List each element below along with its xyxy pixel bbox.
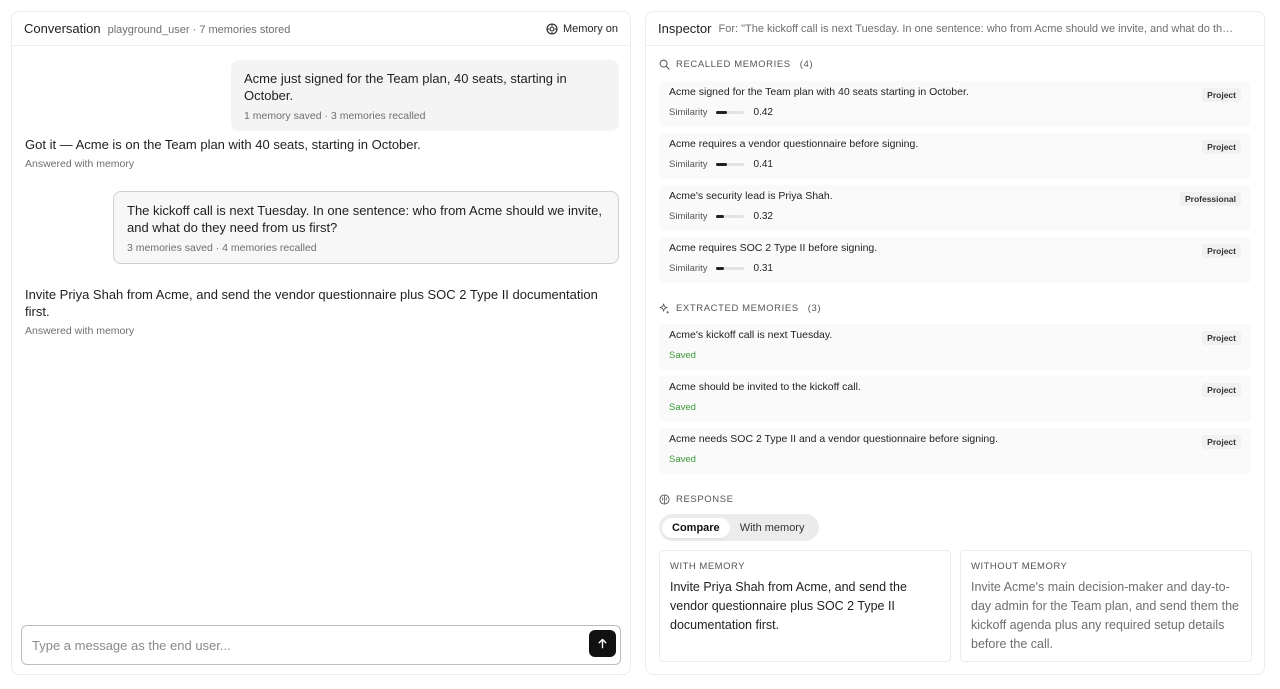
similarity-value: 0.32 <box>753 211 773 222</box>
saved-status: Saved <box>669 402 696 413</box>
extracted-memory-item: Acme's kickoff call is next Tuesday. Pro… <box>659 324 1251 370</box>
similarity-row: Similarity 0.31 <box>669 263 773 274</box>
similarity-row: Similarity 0.42 <box>669 107 773 118</box>
response-label: Response <box>659 494 734 505</box>
memory-text: Acme requires SOC 2 Type II before signi… <box>669 242 878 254</box>
memory-category-badge: Project <box>1202 140 1241 154</box>
response-view-toggle: Compare With memory <box>659 514 819 541</box>
message-meta: 3 memories saved · 4 memories recalled <box>127 242 317 254</box>
message-text: Acme just signed for the Team plan, 40 s… <box>244 71 567 103</box>
memory-text: Acme needs SOC 2 Type II and a vendor qu… <box>669 433 999 445</box>
inspector-panel: Inspector For: "The kickoff call is next… <box>645 11 1265 675</box>
without-memory-response-card: Without memory Invite Acme's main decisi… <box>960 550 1252 662</box>
similarity-value: 0.31 <box>753 263 773 274</box>
recalled-memory-item: Acme requires SOC 2 Type II before signi… <box>659 237 1251 283</box>
message-input[interactable] <box>32 636 572 654</box>
similarity-row: Similarity 0.41 <box>669 159 773 170</box>
tab-compare[interactable]: Compare <box>662 517 730 538</box>
extracted-memory-item: Acme should be invited to the kickoff ca… <box>659 376 1251 422</box>
memory-toggle[interactable]: Memory on <box>546 23 618 35</box>
similarity-bar <box>715 163 744 166</box>
user-message: Acme just signed for the Team plan, 40 s… <box>231 60 619 131</box>
without-memory-text: Invite Acme's main decision-maker and da… <box>971 580 1239 651</box>
with-memory-response-card: With memory Invite Priya Shah from Acme,… <box>659 550 951 662</box>
with-memory-text: Invite Priya Shah from Acme, and send th… <box>670 580 907 632</box>
tab-with-memory[interactable]: With memory <box>730 518 815 538</box>
extracted-memory-item: Acme needs SOC 2 Type II and a vendor qu… <box>659 428 1251 474</box>
message-meta: 1 memory saved · 3 memories recalled <box>244 110 426 122</box>
memory-category-badge: Professional <box>1179 192 1241 206</box>
assistant-message: Invite Priya Shah from Acme, and send th… <box>25 286 625 337</box>
inspector-query: For: "The kickoff call is next Tuesday. … <box>718 22 1239 35</box>
memory-category-badge: Project <box>1202 331 1241 345</box>
memory-text: Acme requires a vendor questionnaire bef… <box>669 138 919 150</box>
memory-icon <box>546 22 558 35</box>
search-icon <box>659 59 670 70</box>
inspector-title: Inspector <box>658 21 712 36</box>
user-message: The kickoff call is next Tuesday. In one… <box>113 191 619 264</box>
memory-toggle-label: Memory on <box>562 22 618 35</box>
message-text: Got it — Acme is on the Team plan with 4… <box>25 137 421 152</box>
conversation-title: Conversation <box>24 21 101 36</box>
similarity-bar <box>715 267 744 270</box>
memory-text: Acme signed for the Team plan with 40 se… <box>669 86 969 98</box>
message-meta: Answered with memory <box>25 158 135 170</box>
memory-text: Acme's kickoff call is next Tuesday. <box>669 329 833 341</box>
similarity-bar <box>715 111 744 114</box>
message-meta: Answered with memory <box>25 325 135 337</box>
message-text: The kickoff call is next Tuesday. In one… <box>127 203 602 235</box>
conversation-panel: Conversation playground_user · 7 memorie… <box>11 11 631 675</box>
with-memory-label: With memory <box>670 561 745 572</box>
recalled-memory-item: Acme signed for the Team plan with 40 se… <box>659 81 1251 127</box>
memory-text: Acme's security lead is Priya Shah. <box>669 190 833 202</box>
inspector-header: Inspector For: "The kickoff call is next… <box>646 12 1264 46</box>
conversation-subtitle: playground_user · 7 memories stored <box>107 24 291 36</box>
message-composer <box>21 625 621 665</box>
brain-icon <box>659 494 670 505</box>
conversation-header: Conversation playground_user · 7 memorie… <box>12 12 630 46</box>
memory-category-badge: Project <box>1202 435 1241 449</box>
extracted-memories-label: Extracted memories (3) <box>659 303 821 314</box>
memory-category-badge: Project <box>1202 383 1241 397</box>
memory-text: Acme should be invited to the kickoff ca… <box>669 381 861 393</box>
similarity-value: 0.42 <box>753 107 773 118</box>
similarity-row: Similarity 0.32 <box>669 211 773 222</box>
similarity-value: 0.41 <box>753 159 773 170</box>
similarity-bar <box>715 215 744 218</box>
recalled-memories-label: Recalled memories (4) <box>659 59 813 70</box>
recalled-memory-item: Acme requires a vendor questionnaire bef… <box>659 133 1251 179</box>
saved-status: Saved <box>669 350 696 361</box>
send-button[interactable] <box>589 630 616 657</box>
message-text: Invite Priya Shah from Acme, and send th… <box>25 287 598 319</box>
without-memory-label: Without memory <box>971 561 1068 572</box>
sparkle-icon <box>659 303 670 314</box>
assistant-message: Got it — Acme is on the Team plan with 4… <box>25 136 625 170</box>
saved-status: Saved <box>669 454 696 465</box>
recalled-memory-item: Acme's security lead is Priya Shah. Prof… <box>659 185 1251 231</box>
memory-category-badge: Project <box>1202 88 1241 102</box>
memory-category-badge: Project <box>1202 244 1241 258</box>
arrow-up-icon <box>598 638 607 649</box>
